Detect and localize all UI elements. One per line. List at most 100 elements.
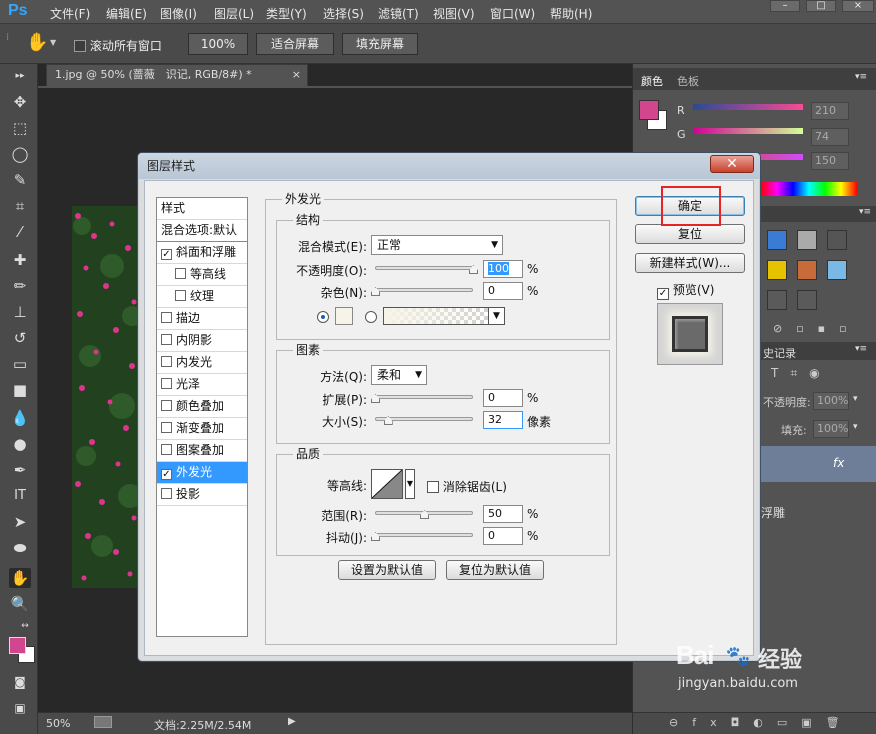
menu-image[interactable]: 图像(I) bbox=[160, 5, 197, 22]
foreground-color-swatch[interactable] bbox=[9, 637, 26, 654]
make-default-button[interactable]: 设置为默认值 bbox=[338, 560, 436, 580]
opacity-input[interactable]: 100 bbox=[483, 260, 523, 278]
reset-to-default-button[interactable]: 复位为默认值 bbox=[446, 560, 544, 580]
style-inner-shadow[interactable]: 内阴影 bbox=[157, 330, 247, 352]
anti-alias-checkbox[interactable] bbox=[427, 481, 439, 493]
swap-colors-icon[interactable]: ↔ bbox=[18, 616, 32, 636]
style-outer-glow[interactable]: ✓ 外发光 bbox=[157, 462, 247, 484]
tab-history[interactable]: 史记录 bbox=[763, 345, 796, 361]
menu-type[interactable]: 类型(Y) bbox=[266, 5, 307, 22]
outer-glow-checkbox[interactable]: ✓ bbox=[161, 469, 172, 480]
fit-screen-button[interactable]: 适合屏幕 bbox=[256, 33, 334, 55]
style-stroke[interactable]: 描边 bbox=[157, 308, 247, 330]
contour-picker[interactable] bbox=[371, 469, 403, 499]
panel-menu-icon[interactable]: ▾≡ bbox=[855, 344, 867, 354]
styles-panel-footer-icons[interactable]: ⊘▫▪▫ bbox=[773, 322, 861, 335]
spread-slider[interactable] bbox=[375, 395, 473, 399]
style-preset[interactable] bbox=[797, 230, 817, 250]
new-style-button[interactable]: 新建样式(W)... bbox=[635, 253, 745, 273]
style-texture[interactable]: 纹理 bbox=[157, 286, 247, 308]
reset-button[interactable]: 复位 bbox=[635, 224, 745, 244]
menu-edit[interactable]: 编辑(E) bbox=[106, 5, 147, 22]
style-gradient-overlay[interactable]: 渐变叠加 bbox=[157, 418, 247, 440]
tab-color[interactable]: 颜色 bbox=[641, 73, 663, 89]
status-menu-arrow-icon[interactable]: ▶ bbox=[288, 716, 296, 727]
menu-view[interactable]: 视图(V) bbox=[433, 5, 475, 22]
bevel-emboss-checkbox[interactable]: ✓ bbox=[161, 249, 172, 260]
lasso-tool-icon[interactable]: ◯ bbox=[9, 144, 31, 164]
noise-slider[interactable] bbox=[375, 288, 473, 292]
eraser-tool-icon[interactable]: ▭ bbox=[9, 354, 31, 374]
gradient-overlay-checkbox[interactable] bbox=[161, 422, 172, 433]
style-preset[interactable] bbox=[767, 260, 787, 280]
close-window-button[interactable]: × bbox=[842, 0, 874, 12]
crop-tool-icon[interactable]: ⌗ bbox=[9, 196, 31, 216]
size-input[interactable]: 32 bbox=[483, 411, 523, 429]
zoom-tool-icon[interactable]: 🔍 bbox=[9, 594, 31, 614]
minimize-button[interactable]: – bbox=[770, 0, 800, 12]
jitter-input[interactable]: 0 bbox=[483, 527, 523, 545]
dialog-titlebar[interactable]: 图层样式 bbox=[138, 153, 760, 179]
marquee-tool-icon[interactable]: ⬚ bbox=[9, 118, 31, 138]
style-preset[interactable] bbox=[797, 260, 817, 280]
screen-mode-icon[interactable]: ▣ bbox=[9, 698, 31, 718]
layer-fill-value[interactable]: 100% bbox=[813, 420, 849, 438]
texture-checkbox[interactable] bbox=[175, 290, 186, 301]
layer-opacity-value[interactable]: 100% bbox=[813, 392, 849, 410]
fx-icon[interactable]: fx bbox=[833, 456, 844, 470]
range-input[interactable]: 50 bbox=[483, 505, 523, 523]
healing-tool-icon[interactable]: ✚ bbox=[9, 250, 31, 270]
color-overlay-checkbox[interactable] bbox=[161, 400, 172, 411]
jitter-slider[interactable] bbox=[375, 533, 473, 537]
blend-mode-select[interactable]: 正常 ▼ bbox=[371, 235, 503, 255]
move-tool-icon[interactable]: ✥ bbox=[9, 92, 31, 112]
style-contour[interactable]: 等高线 bbox=[157, 264, 247, 286]
quick-mask-icon[interactable]: ◙ bbox=[9, 672, 31, 692]
technique-select[interactable]: 柔和 ▼ bbox=[371, 365, 427, 385]
style-preset[interactable] bbox=[827, 230, 847, 250]
contour-checkbox[interactable] bbox=[175, 268, 186, 279]
blending-options-item[interactable]: 混合选项:默认 bbox=[157, 220, 247, 242]
dialog-close-button[interactable]: ✕ bbox=[710, 155, 754, 173]
spread-input[interactable]: 0 bbox=[483, 389, 523, 407]
stroke-checkbox[interactable] bbox=[161, 312, 172, 323]
style-preset[interactable] bbox=[767, 230, 787, 250]
quick-select-tool-icon[interactable]: ✎ bbox=[9, 170, 31, 190]
menu-help[interactable]: 帮助(H) bbox=[550, 5, 592, 22]
close-tab-icon[interactable]: × bbox=[292, 65, 301, 85]
chevron-down-icon[interactable]: ▼ bbox=[405, 469, 415, 499]
style-drop-shadow[interactable]: 投影 bbox=[157, 484, 247, 506]
layer-filter-icons[interactable]: T⌗◉ bbox=[771, 366, 832, 381]
panel-menu-icon[interactable]: ▾≡ bbox=[859, 207, 871, 217]
dodge-tool-icon[interactable]: ● bbox=[9, 434, 31, 454]
history-brush-tool-icon[interactable]: ↺ bbox=[9, 328, 31, 348]
style-satin[interactable]: 光泽 bbox=[157, 374, 247, 396]
noise-input[interactable]: 0 bbox=[483, 282, 523, 300]
chevron-down-icon[interactable]: ▾ bbox=[853, 394, 858, 404]
panel-menu-icon[interactable]: ▾≡ bbox=[855, 72, 867, 82]
type-tool-icon[interactable]: IT bbox=[9, 486, 31, 506]
style-pattern-overlay[interactable]: 图案叠加 bbox=[157, 440, 247, 462]
solid-color-radio[interactable] bbox=[317, 311, 329, 323]
r-value[interactable]: 210 bbox=[811, 102, 849, 120]
panel-collapse-icon[interactable]: ▸▸ bbox=[9, 66, 31, 86]
menu-layer[interactable]: 图层(L) bbox=[214, 5, 254, 22]
scroll-all-option[interactable]: 滚动所有窗口 bbox=[74, 37, 162, 54]
style-preset[interactable] bbox=[797, 290, 817, 310]
hand-tool-icon[interactable]: ✋ bbox=[9, 568, 31, 588]
styles-list-header[interactable]: 样式 bbox=[157, 198, 247, 220]
b-value[interactable]: 150 bbox=[811, 152, 849, 170]
document-tab[interactable]: 1.jpg @ 50% (蔷薇 识记, RGB/8#) * × bbox=[46, 64, 308, 86]
glow-gradient-picker[interactable]: ▼ bbox=[383, 307, 505, 325]
path-select-tool-icon[interactable]: ➤ bbox=[9, 512, 31, 532]
fg-color-chip[interactable] bbox=[639, 100, 659, 120]
gradient-tool-icon[interactable]: ■ bbox=[9, 380, 31, 400]
fill-screen-button[interactable]: 填充屏幕 bbox=[342, 33, 418, 55]
scroll-all-checkbox[interactable] bbox=[74, 40, 86, 52]
preview-option[interactable]: ✓ 预览(V) bbox=[657, 281, 714, 300]
chevron-down-icon[interactable]: ▼ bbox=[50, 38, 56, 47]
style-preset[interactable] bbox=[767, 290, 787, 310]
zoom-100-button[interactable]: 100% bbox=[188, 33, 248, 55]
shape-tool-icon[interactable]: ⬬ bbox=[9, 538, 31, 558]
r-slider[interactable] bbox=[693, 104, 803, 110]
